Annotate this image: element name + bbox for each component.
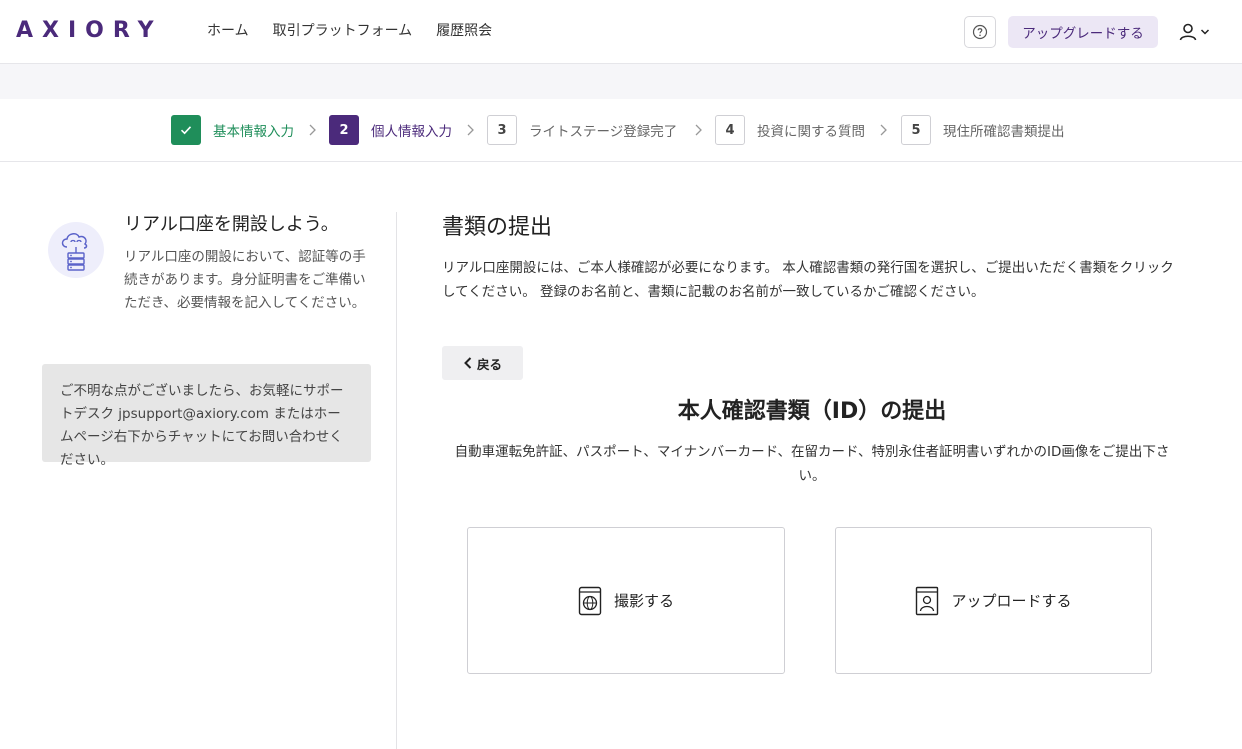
nav-trading-platform[interactable]: 取引プラットフォーム: [273, 20, 413, 40]
chevron-right-icon: [309, 124, 316, 136]
chevron-right-icon: [880, 124, 887, 136]
chevron-right-icon: [467, 124, 474, 136]
step-label: 基本情報入力: [213, 124, 294, 140]
upload-button[interactable]: アップロードする: [835, 527, 1152, 674]
step-light-stage: 3 ライトステージ登録完了: [487, 115, 677, 145]
header-spacer: [0, 64, 1242, 99]
page-title: 書類の提出: [442, 215, 553, 240]
user-icon: [1179, 23, 1197, 41]
nav-home[interactable]: ホーム: [207, 20, 249, 40]
nav-history[interactable]: 履歴照会: [436, 20, 492, 40]
back-label: 戻る: [476, 356, 502, 372]
step-label: 現住所確認書類提出: [943, 124, 1065, 140]
support-info-box: ご不明な点がございましたら、お気軽にサポートデスク jpsupport@axio…: [42, 364, 371, 468]
step-label: 投資に関する質問: [757, 124, 865, 140]
back-button[interactable]: 戻る: [442, 346, 523, 380]
help-button[interactable]: [964, 16, 996, 48]
top-header: AXIORY ホーム 取引プラットフォーム 履歴照会 アップグレードする: [0, 0, 1242, 64]
axiory-logo[interactable]: AXIORY: [16, 18, 163, 43]
upgrade-button[interactable]: アップグレードする: [1008, 16, 1158, 48]
step-number: 4: [715, 115, 745, 145]
camera-passport-icon: [578, 586, 602, 615]
take-photo-button[interactable]: 撮影する: [467, 527, 785, 674]
user-menu[interactable]: [1178, 20, 1214, 44]
step-label: 個人情報入力: [371, 124, 452, 140]
step-basic-info: 基本情報入力: [171, 115, 294, 145]
id-section-title: 本人確認書類（ID）の提出: [677, 399, 947, 424]
step-number: 3: [487, 115, 517, 145]
step-personal-info: 2 個人情報入力: [329, 115, 452, 145]
id-section-description: 自動車運転免許証、パスポート、マイナンバーカード、在留カード、特別永住者証明書い…: [454, 444, 1170, 484]
step-number: 2: [329, 115, 359, 145]
id-card-upload-icon: [916, 586, 939, 615]
column-divider: [396, 212, 397, 749]
chevron-left-icon: [464, 357, 472, 369]
step-investment-questions: 4 投資に関する質問: [715, 115, 865, 145]
step-label: ライトステージ登録完了: [529, 124, 678, 140]
upload-label: アップロードする: [951, 592, 1072, 610]
help-circle-icon: [972, 24, 988, 40]
step-address-docs: 5 現住所確認書類提出: [901, 115, 1065, 145]
registration-stepper: 基本情報入力 2 個人情報入力 3 ライトステージ登録完了 4 投資に関する質問…: [0, 99, 1242, 162]
promo-text: リアル口座の開設において、認証等の手続きがあります。身分証明書をご準備いただき、…: [124, 249, 366, 311]
promo-title: リアル口座を開設しよう。: [124, 214, 339, 235]
step-check-icon: [171, 115, 201, 145]
chevron-right-icon: [695, 124, 702, 136]
page-description: リアル口座開設には、ご本人様確認が必要になります。 本人確認書類の発行国を選択し…: [442, 260, 1174, 300]
main-nav: ホーム 取引プラットフォーム 履歴照会: [207, 20, 492, 40]
cloud-server-icon: [48, 222, 104, 278]
chevron-down-icon: [1200, 29, 1210, 35]
step-number: 5: [901, 115, 931, 145]
take-photo-label: 撮影する: [613, 592, 674, 610]
